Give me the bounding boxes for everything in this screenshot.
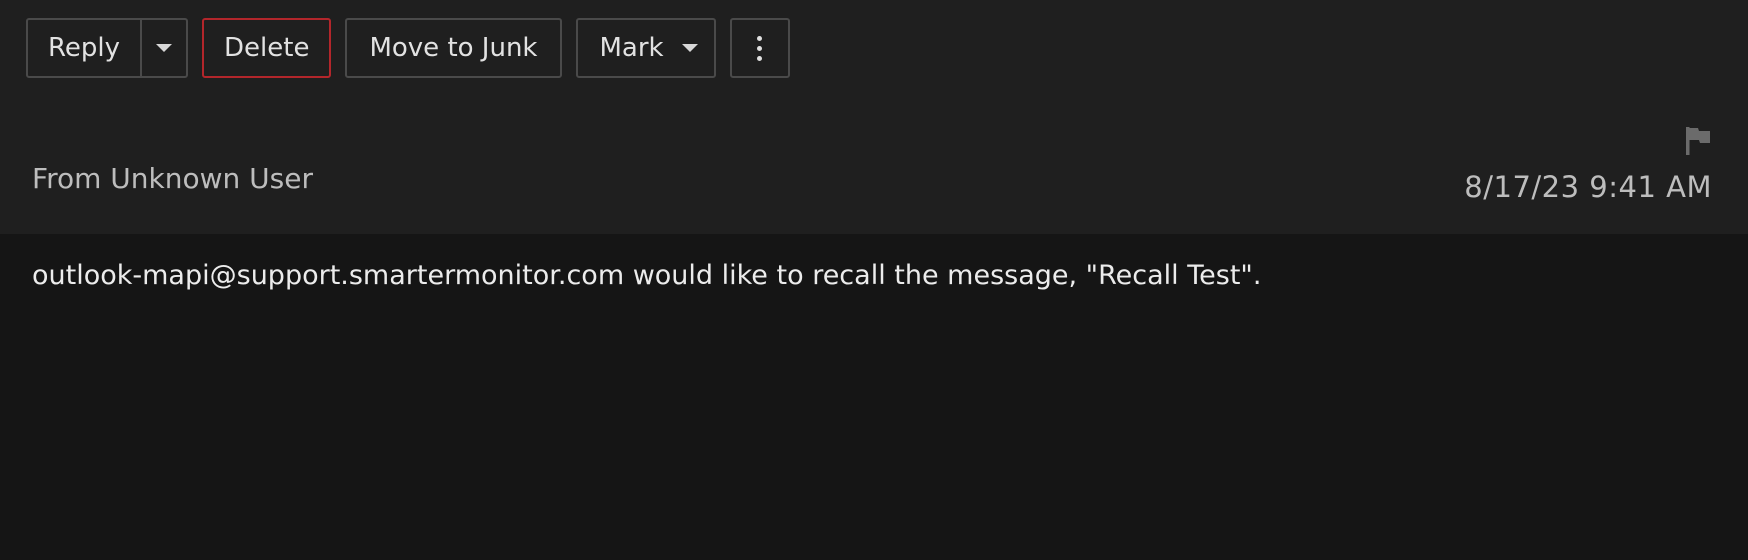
mark-label: Mark: [599, 33, 664, 63]
email-reading-pane: Reply Delete Move to Junk Mark From Unkn…: [0, 0, 1748, 560]
move-to-junk-label: Move to Junk: [369, 33, 538, 63]
message-toolbar: Reply Delete Move to Junk Mark: [26, 18, 790, 78]
sender-line: From Unknown User: [32, 162, 313, 195]
chevron-down-icon: [156, 44, 173, 52]
chevron-down-icon: [681, 44, 698, 52]
flag-icon[interactable]: [1684, 126, 1712, 160]
delete-label: Delete: [224, 33, 310, 63]
more-actions-button[interactable]: [729, 18, 790, 78]
delete-button[interactable]: Delete: [202, 18, 332, 78]
reply-split-button: Reply: [26, 18, 189, 78]
message-body: outlook-mapi@support.smartermonitor.com …: [32, 260, 1262, 291]
mark-dropdown-button[interactable]: Mark: [575, 18, 716, 78]
more-vertical-icon: [757, 35, 763, 61]
message-header-area: Reply Delete Move to Junk Mark From Unkn…: [0, 0, 1748, 234]
reply-button[interactable]: Reply: [28, 20, 140, 76]
reply-dropdown-button[interactable]: [140, 20, 186, 76]
reply-label: Reply: [48, 33, 121, 63]
move-to-junk-button[interactable]: Move to Junk: [345, 18, 562, 78]
received-date: 8/17/23 9:41 AM: [1464, 170, 1712, 204]
